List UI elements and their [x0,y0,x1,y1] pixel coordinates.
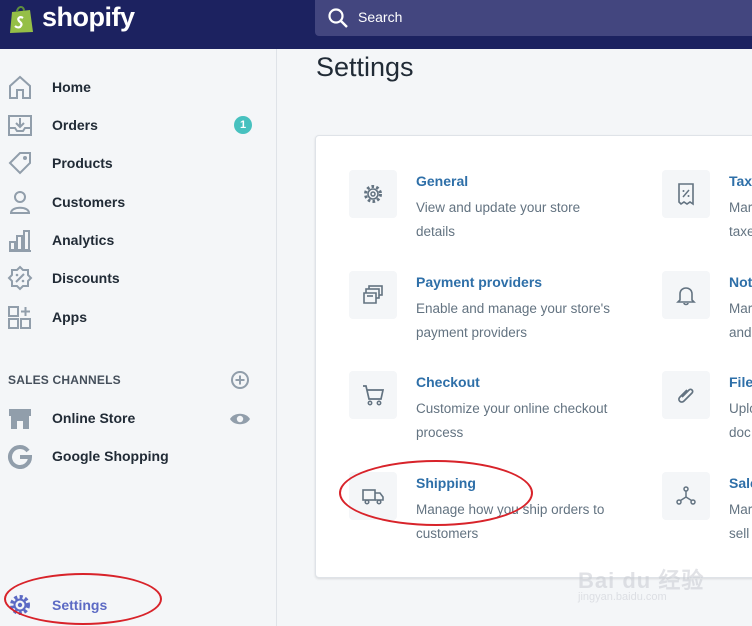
settings-item-description: Mar taxe [729,196,752,244]
settings-item-taxes[interactable]: Taxe Mar taxe [662,170,752,260]
orders-count-badge: 1 [234,116,252,134]
sidebar-item-label: Customers [52,194,126,210]
sidebar-item-online-store[interactable]: Online Store [0,402,276,436]
description-line: and [729,325,752,340]
description-line: Customize your online checkout [416,401,608,416]
settings-item-description: Mar sell [729,498,752,546]
settings-item-title[interactable]: Not [729,274,752,290]
settings-item-files[interactable]: File Uplo doc [662,371,752,461]
settings-highlight-circle [4,573,162,625]
sidebar-item-analytics[interactable]: Analytics [0,224,276,258]
settings-item-description: Uplo doc [729,397,752,445]
settings-item-title[interactable]: File [729,374,752,390]
description-line: View and update your store [416,200,581,215]
orders-icon [8,115,32,136]
settings-item-title[interactable]: Checkout [416,374,480,390]
description-line: Mar [729,502,752,517]
settings-item-title[interactable]: Payment providers [416,274,542,290]
paperclip-icon [678,388,694,403]
settings-item-title[interactable]: General [416,173,468,189]
watermark-url: jingyan.baidu.com [578,591,667,603]
home-icon [9,75,31,99]
search-bar[interactable]: Search [315,0,752,36]
discount-icon [7,265,33,291]
sidebar-item-label: Google Shopping [52,448,169,464]
settings-item-description: Customize your online checkout process [416,397,636,445]
bar-chart-icon [9,230,31,252]
description-line: Uplo [729,401,752,416]
sales-channels-icon-box [662,472,710,520]
sidebar-item-products[interactable]: Products [0,147,276,181]
description-line: Mar [729,200,752,215]
settings-item-general[interactable]: General View and update your store detai… [349,170,649,260]
sidebar-item-orders[interactable]: Orders 1 [0,109,276,143]
person-icon [9,191,31,214]
settings-item-payment-providers[interactable]: Payment providers Enable and manage your… [349,271,649,361]
sidebar-item-label: Home [52,79,91,95]
description-line: taxe [729,224,752,239]
baidu-watermark: Bai du 经验 jingyan.baidu.com [578,545,718,605]
sidebar-item-label: Orders [52,117,98,133]
sidebar-item-label: Apps [52,309,87,325]
search-icon [328,8,348,28]
payment-icon-box [349,271,397,319]
brand[interactable]: shopify [0,0,277,49]
description-line: process [416,425,464,440]
sidebar: Home Orders 1 Products Customers Analyti… [0,49,277,626]
settings-item-title[interactable]: Sale [729,475,752,491]
sidebar-item-home[interactable]: Home [0,71,276,105]
store-icon [9,409,31,429]
cart-icon [363,385,385,406]
shipping-highlight-circle [339,460,533,526]
notifications-icon-box [662,271,710,319]
settings-item-notifications[interactable]: Not Mar and [662,271,752,361]
general-icon-box [349,170,397,218]
google-icon [8,445,33,469]
sidebar-item-apps[interactable]: Apps [0,301,276,335]
brand-name: shopify [42,2,135,32]
shopify-bag-icon [10,6,33,33]
tag-icon [8,152,31,175]
files-icon-box [662,371,710,419]
description-line: sell [729,526,750,541]
sidebar-item-discounts[interactable]: Discounts [0,262,276,296]
sidebar-item-customers[interactable]: Customers [0,186,276,220]
add-channel-icon[interactable] [230,370,250,390]
settings-item-description: View and update your store details [416,196,636,244]
taxes-icon-box [662,170,710,218]
checkout-icon-box [349,371,397,419]
apps-icon [8,306,31,329]
channels-icon [676,486,696,505]
description-line: payment providers [416,325,528,340]
settings-item-description: Mar and [729,297,752,345]
settings-item-checkout[interactable]: Checkout Customize your online checkout … [349,371,649,461]
page-title: Settings [316,52,414,82]
description-line: details [416,224,456,239]
gear-icon [364,185,382,203]
receipt-icon [678,183,694,206]
sidebar-item-label: Products [52,155,113,171]
description-line: Mar [729,301,752,316]
sidebar-item-label: Analytics [52,232,115,248]
eye-icon[interactable] [229,411,251,427]
description-line: Enable and manage your store's [416,301,610,316]
bell-icon [676,287,696,306]
description-line: doc [729,425,751,440]
sidebar-item-label: Discounts [52,270,120,286]
sales-channels-heading: SALES CHANNELS [8,373,121,387]
payment-icon [363,285,383,304]
settings-item-title[interactable]: Taxe [729,173,752,189]
search-input[interactable]: Search [358,9,402,25]
sidebar-item-google-shopping[interactable]: Google Shopping [0,440,276,474]
settings-item-description: Enable and manage your store's payment p… [416,297,636,345]
sidebar-item-label: Online Store [52,410,136,426]
